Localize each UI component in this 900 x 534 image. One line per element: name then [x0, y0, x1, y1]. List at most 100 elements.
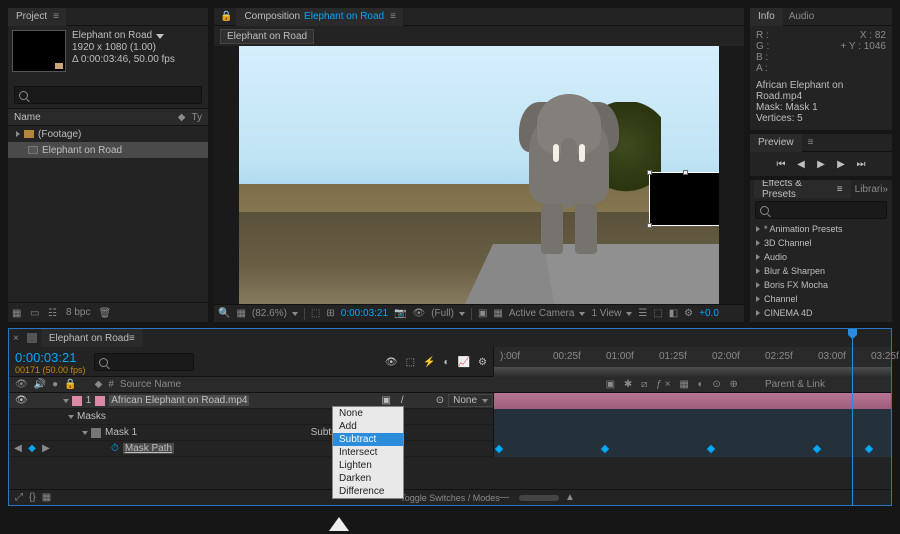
masks-header-row[interactable]: Masks: [9, 409, 891, 425]
keyframe[interactable]: [601, 444, 609, 452]
preset-category[interactable]: Audio: [750, 250, 892, 264]
solo-col-icon[interactable]: ●: [52, 379, 58, 390]
timeline-search[interactable]: [94, 353, 194, 371]
fswitch-icon[interactable]: ⚡: [423, 357, 435, 368]
mask-color-chip[interactable]: [91, 428, 101, 438]
switches-icons[interactable]: ▣ ✱ ⧄ ƒ× ▦ ◐ ⊙ ⊕: [606, 379, 741, 390]
current-time-indicator[interactable]: [852, 329, 853, 505]
libraries-tab[interactable]: Librari: [855, 184, 883, 195]
mask-mode-option[interactable]: Subtract: [333, 433, 403, 446]
col-name[interactable]: Name: [14, 112, 41, 123]
project-tab[interactable]: Project≡: [8, 8, 66, 26]
panel-menu-icon[interactable]: ≡: [390, 11, 395, 22]
lock-col-icon[interactable]: 🔒: [64, 379, 76, 390]
folder-new-icon[interactable]: ▭: [30, 308, 40, 318]
eye-toggle[interactable]: 👁: [15, 395, 28, 406]
trash-icon[interactable]: 🗑: [98, 308, 108, 318]
preset-category[interactable]: CINEMA 4D: [750, 306, 892, 320]
switch-normal[interactable]: ▣: [381, 395, 390, 406]
mask-mode-option[interactable]: Lighten: [333, 459, 403, 472]
label-col-icon[interactable]: ◆: [95, 379, 103, 390]
timeline-timecode[interactable]: 0:00:03:21: [15, 350, 86, 365]
snapshot-icon[interactable]: 📷: [394, 308, 406, 319]
panel-overflow-icon[interactable]: »: [882, 184, 888, 195]
mask-mode-option[interactable]: Intersect: [333, 446, 403, 459]
preset-category[interactable]: Color Correction: [750, 320, 892, 322]
show-snapshot-icon[interactable]: 👁: [412, 308, 425, 319]
tree-comp-item[interactable]: Elephant on Road: [8, 142, 208, 158]
shy-icon[interactable]: 👁: [385, 357, 398, 368]
asset-thumbnail[interactable]: [12, 30, 66, 72]
mblur-icon[interactable]: ◐: [444, 357, 450, 368]
bake-icon[interactable]: ⚙: [478, 357, 487, 368]
preset-category[interactable]: Blur & Sharpen: [750, 264, 892, 278]
draft3d-icon[interactable]: ⬚: [406, 357, 415, 368]
mask-handle[interactable]: [647, 223, 652, 228]
presets-tab[interactable]: Effects & Presets≡: [754, 180, 851, 198]
interpret-icon[interactable]: ▦: [12, 308, 22, 318]
layer-bar[interactable]: [494, 393, 891, 409]
keyframe[interactable]: [865, 444, 873, 452]
views-dropdown[interactable]: 1 View: [591, 308, 632, 319]
preset-category[interactable]: * Animation Presets: [750, 222, 892, 236]
parent-dropdown[interactable]: None: [448, 394, 493, 407]
mask-mode-option[interactable]: Add: [333, 420, 403, 433]
first-frame-button[interactable]: ⏮: [775, 158, 787, 170]
add-keyframe-button[interactable]: ◆: [27, 444, 37, 454]
zoom-out-icon[interactable]: —: [499, 492, 509, 503]
maskpath-row[interactable]: ◀ ◆ ▶ ⏱ Mask Path ⊙: [9, 441, 891, 457]
mask-handle[interactable]: [647, 170, 652, 175]
comp-new-icon[interactable]: ☷: [48, 308, 58, 318]
timeline-ruler[interactable]: ):00f00:25f01:00f01:25f02:00f02:25f03:00…: [494, 347, 891, 377]
parent-link-col[interactable]: Parent & Link: [765, 379, 825, 390]
type-col-label[interactable]: Ty: [191, 112, 202, 123]
twirl-icon[interactable]: [63, 399, 69, 403]
mask-name[interactable]: Mask 1: [105, 427, 137, 438]
panel-menu-icon[interactable]: ≡: [53, 11, 58, 22]
asset-dropdown-icon[interactable]: [156, 34, 164, 39]
maskpath-label[interactable]: Mask Path: [123, 443, 174, 454]
view-opt4-icon[interactable]: ⚙: [684, 308, 693, 319]
transparency-icon[interactable]: ▦: [493, 308, 502, 319]
next-frame-button[interactable]: ▶: [835, 158, 847, 170]
eye-col-icon[interactable]: 👁: [15, 379, 28, 390]
preview-tab[interactable]: Preview: [750, 134, 802, 152]
comp-tab[interactable]: Composition Elephant on Road ≡: [236, 8, 403, 26]
keyframe-track[interactable]: [494, 441, 891, 457]
panel-menu-icon[interactable]: ≡: [129, 333, 135, 344]
zoom-in-icon[interactable]: ▲: [565, 492, 575, 503]
bpc-button[interactable]: 8 bpc: [66, 307, 90, 318]
zoom-dropdown[interactable]: (82.6%): [252, 308, 298, 319]
viewer-timecode[interactable]: 0:00:03:21: [341, 308, 388, 319]
toggle-switches-button[interactable]: Toggle Switches / Modes: [9, 493, 891, 503]
res-toggle-icon[interactable]: ⬚: [311, 308, 320, 319]
timeline-tab[interactable]: Elephant on Road≡: [41, 329, 143, 347]
view-opt3-icon[interactable]: ◧: [669, 308, 678, 319]
zoom-slider[interactable]: [519, 495, 559, 501]
preset-category[interactable]: Channel: [750, 292, 892, 306]
layer-row-1[interactable]: 👁 1 African Elephant on Road.mp4 ▣/ ⊙ No…: [9, 393, 891, 409]
track-area[interactable]: [494, 425, 891, 441]
comp-breadcrumb[interactable]: Elephant on Road: [220, 29, 314, 44]
track-area[interactable]: [494, 409, 891, 425]
source-name-col[interactable]: Source Name: [120, 379, 181, 390]
composition-viewer[interactable]: [214, 46, 744, 304]
num-col[interactable]: #: [108, 379, 114, 390]
mask-mode-option[interactable]: Difference: [333, 485, 403, 498]
view-opt2-icon[interactable]: ⬚: [653, 308, 662, 319]
info-tab[interactable]: Info: [750, 8, 783, 26]
presets-search[interactable]: [755, 201, 887, 219]
mask-handle[interactable]: [683, 170, 688, 175]
mask-mode-option[interactable]: None: [333, 407, 403, 420]
camera-dropdown[interactable]: Active Camera: [509, 308, 586, 319]
prev-frame-button[interactable]: ◀: [795, 158, 807, 170]
preset-category[interactable]: 3D Channel: [750, 236, 892, 250]
keyframe[interactable]: [813, 444, 821, 452]
lock-icon[interactable]: 🔒: [220, 11, 232, 22]
exposure-value[interactable]: +0.0: [699, 308, 719, 319]
audio-tab[interactable]: Audio: [789, 11, 815, 22]
panel-menu-icon[interactable]: ≡: [837, 184, 843, 195]
alpha-icon[interactable]: ▦: [236, 308, 245, 319]
play-button[interactable]: ▶: [815, 158, 827, 170]
tag-icon[interactable]: ◆: [178, 112, 186, 123]
